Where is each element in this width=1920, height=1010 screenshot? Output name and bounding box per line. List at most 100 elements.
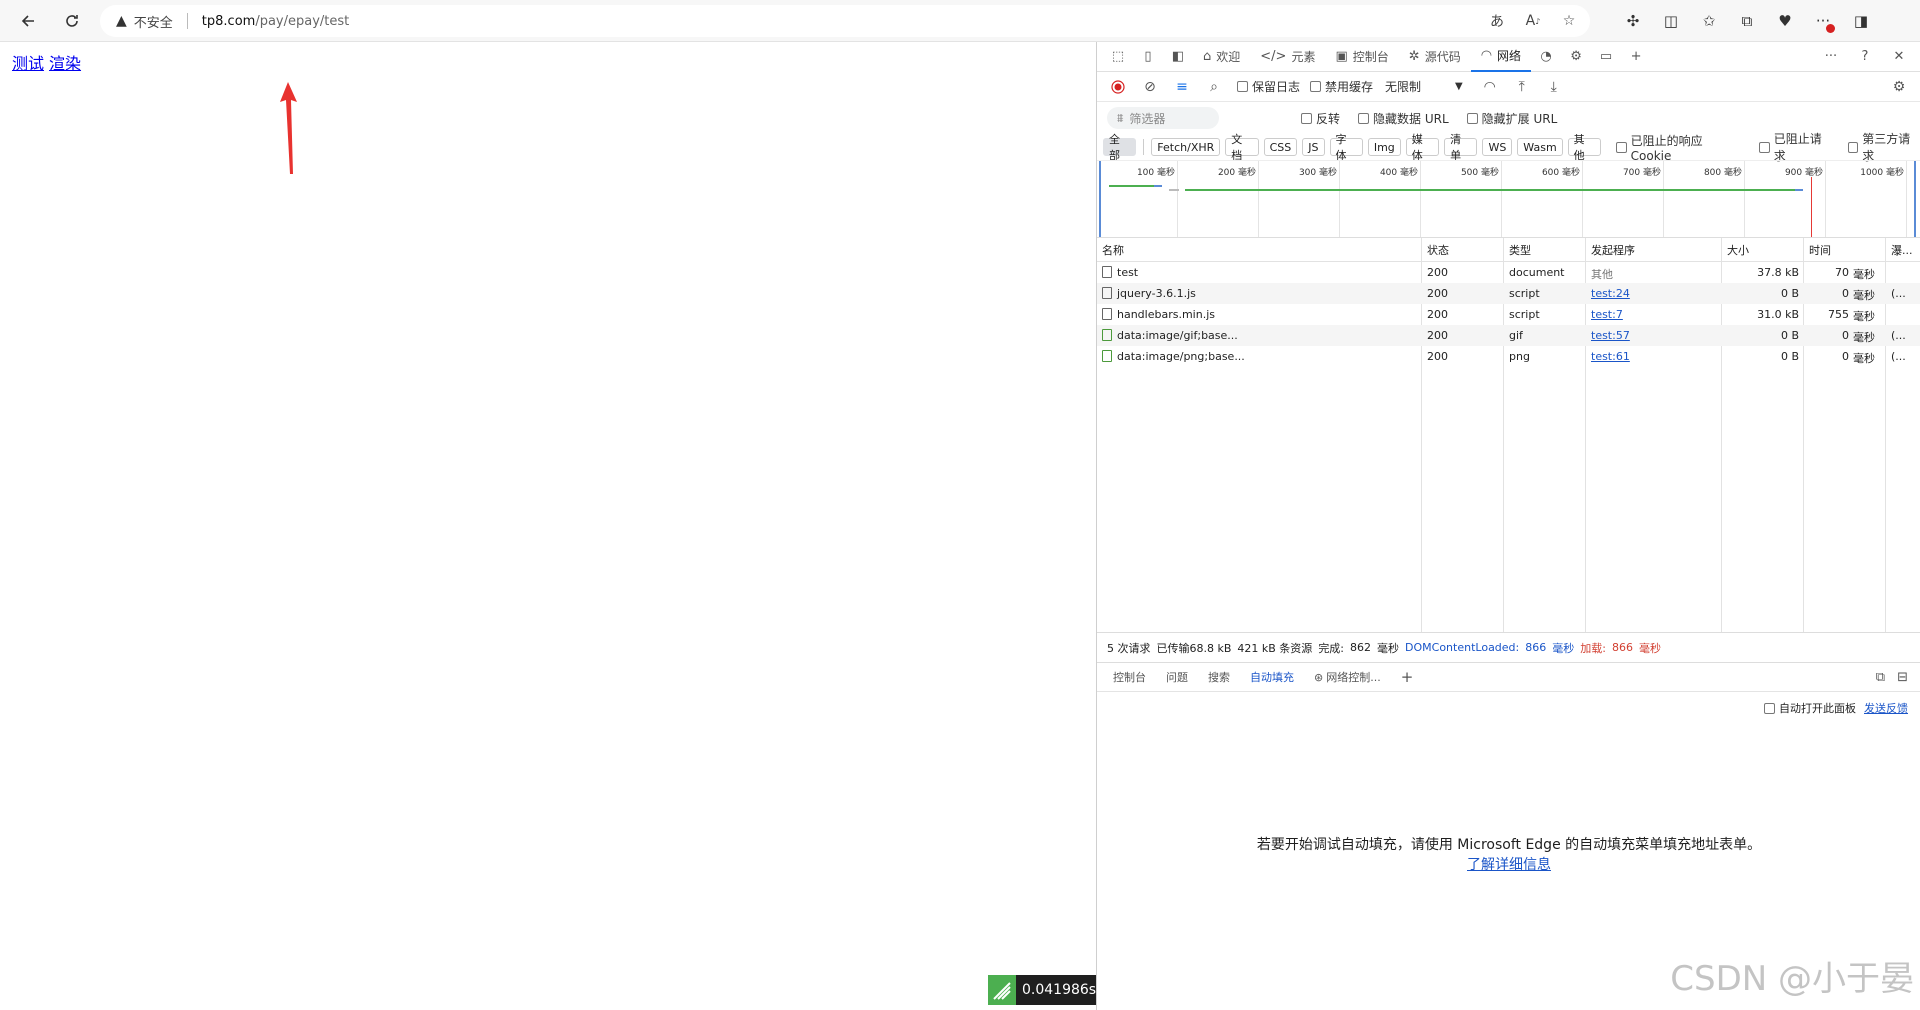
disable-cache-checkbox[interactable]: 禁用缓存 (1310, 78, 1373, 95)
column-header-type[interactable]: 类型 (1509, 242, 1531, 258)
search-icon[interactable]: ⌕ (1201, 74, 1227, 100)
column-header-size[interactable]: 大小 (1727, 242, 1749, 258)
network-overview-timeline[interactable]: 100 毫秒 200 毫秒 300 毫秒 400 毫秒 500 毫秒 600 毫… (1097, 160, 1920, 238)
tab-sources[interactable]: ✲ 源代码 (1399, 42, 1471, 72)
type-filter-media[interactable]: 媒体 (1405, 133, 1440, 162)
close-icon[interactable]: ✕ (1884, 43, 1914, 71)
drawer-tab-console[interactable]: 控制台 (1103, 662, 1156, 692)
more-options-icon[interactable]: ··· (1816, 43, 1846, 71)
tab-network[interactable]: ◠ 网络 (1470, 42, 1532, 72)
tab-elements[interactable]: </> 元素 (1250, 42, 1325, 72)
add-tab-icon[interactable]: + (1621, 43, 1651, 71)
table-row[interactable]: handlebars.min.js 200 script test:7 31.0 kB 7… (1097, 304, 1920, 325)
tab-console[interactable]: ▣ 控制台 (1325, 42, 1398, 72)
drawer-tab-autofill[interactable]: 自动填充 (1240, 662, 1304, 692)
add-drawer-tab-icon[interactable]: + (1391, 662, 1424, 692)
device-toolbar-icon[interactable]: ▯ (1133, 43, 1163, 71)
auto-open-label: 自动打开此面板 (1779, 702, 1856, 715)
hide-extension-url-checkbox[interactable]: 隐藏扩展 URL (1466, 110, 1557, 127)
preserve-log-checkbox[interactable]: 保留日志 (1237, 78, 1300, 95)
column-header-name[interactable]: 名称 (1102, 242, 1124, 258)
blocked-requests-checkbox[interactable]: 已阻止请求 (1759, 130, 1831, 164)
red-arrow-annotation (280, 82, 297, 174)
dock-drawer-icon[interactable]: ⧉ (1876, 670, 1885, 685)
send-feedback-link[interactable]: 发送反馈 (1864, 700, 1908, 716)
more-menu-icon[interactable]: ··· (1808, 6, 1838, 36)
drawer-tab-network-conditions[interactable]: ⊛ 网络控制... (1304, 662, 1391, 692)
split-screen-icon[interactable]: ◫ (1656, 6, 1686, 36)
request-name: data:image/png;base... (1102, 350, 1245, 363)
import-har-icon[interactable]: ⤒ (1509, 74, 1535, 100)
type-filter-ws[interactable]: WS (1482, 138, 1513, 156)
table-row[interactable]: test 200 document 其他 37.8 kB 70 毫秒 (1097, 262, 1920, 283)
address-bar[interactable]: ▲ 不安全 tp8.com/pay/epay/test あ A ♪ ☆ (100, 5, 1590, 37)
invert-checkbox[interactable]: 反转 (1301, 110, 1340, 127)
overview-window-end[interactable] (1914, 161, 1916, 237)
performance-icon[interactable]: ◔ (1531, 43, 1561, 71)
column-header-status[interactable]: 状态 (1427, 242, 1449, 258)
application-icon[interactable]: ▭ (1591, 43, 1621, 71)
dock-sidebar-icon[interactable]: ◧ (1163, 43, 1193, 71)
table-row[interactable]: jquery-3.6.1.js 200 script test:24 0 B 0 毫秒 (..… (1097, 283, 1920, 304)
type-filter-font[interactable]: 字体 (1329, 133, 1363, 162)
browser-essentials-icon[interactable]: ♥ (1770, 6, 1800, 36)
type-filter-wasm[interactable]: Wasm (1517, 138, 1563, 156)
column-header-initiator[interactable]: 发起程序 (1591, 242, 1635, 258)
filter-icon[interactable]: ≡ (1169, 74, 1195, 100)
test-link[interactable]: 测试 (12, 54, 44, 73)
type-filter-fetch-xhr[interactable]: Fetch/XHR (1151, 138, 1221, 156)
back-button[interactable] (10, 3, 46, 39)
auto-open-checkbox[interactable] (1764, 702, 1775, 714)
drawer-tab-search[interactable]: 搜索 (1198, 662, 1240, 692)
record-icon[interactable] (1105, 74, 1131, 100)
network-settings-gear-icon[interactable]: ⚙ (1886, 74, 1912, 100)
request-initiator[interactable]: test:24 (1591, 287, 1630, 300)
render-link[interactable]: 渲染 (49, 54, 81, 73)
type-filter-other[interactable]: 其他 (1567, 133, 1601, 162)
column-header-waterfall[interactable]: 瀑... (1891, 242, 1919, 258)
column-header-time[interactable]: 时间 (1809, 242, 1831, 258)
type-filter-doc[interactable]: 文档 (1225, 133, 1259, 162)
favorites-icon[interactable]: ✩ (1694, 6, 1724, 36)
favorite-star-icon[interactable]: ☆ (1558, 10, 1580, 32)
table-row[interactable]: data:image/gif;base... 200 gif test:57 0 B 0毫… (1097, 325, 1920, 346)
type-filter-img[interactable]: Img (1367, 138, 1401, 156)
url-text[interactable]: tp8.com/pay/epay/test (202, 14, 349, 29)
table-row[interactable]: data:image/png;base... 200 png test:61 0 B 0毫… (1097, 346, 1920, 367)
type-filter-css[interactable]: CSS (1263, 138, 1298, 156)
sidebar-toggle-icon[interactable]: ◨ (1846, 6, 1876, 36)
request-initiator[interactable]: test:7 (1591, 308, 1623, 321)
chevron-down-icon[interactable]: ▼ (1455, 81, 1463, 92)
request-time: 70 (1809, 266, 1849, 279)
help-icon[interactable]: ? (1850, 43, 1880, 71)
inspect-icon[interactable]: ⬚ (1103, 43, 1133, 71)
hide-data-url-checkbox[interactable]: 隐藏数据 URL (1358, 110, 1449, 127)
request-initiator[interactable]: test:61 (1591, 350, 1630, 363)
throttle-select[interactable]: 无限制 (1385, 78, 1421, 95)
type-filter-all[interactable]: 全部 (1103, 133, 1137, 162)
blocked-cookies-checkbox[interactable]: 已阻止的响应 Cookie (1616, 130, 1743, 164)
third-party-checkbox[interactable]: 第三方请求 (1847, 130, 1920, 164)
settings-gear-icon[interactable]: ⚙ (1561, 43, 1591, 71)
type-filter-js[interactable]: JS (1302, 138, 1325, 156)
network-conditions-icon[interactable]: ◠ (1477, 74, 1503, 100)
collections-icon[interactable]: ⧉ (1732, 6, 1762, 36)
back-arrow-icon (21, 15, 34, 27)
request-time-text: 0 (1842, 350, 1849, 363)
translate-icon[interactable]: あ (1486, 10, 1508, 32)
type-filter-manifest[interactable]: 清单 (1444, 133, 1478, 162)
export-har-icon[interactable]: ⤓ (1541, 74, 1567, 100)
drawer-tab-issues[interactable]: 问题 (1156, 662, 1198, 692)
read-aloud-icon[interactable]: A ♪ (1522, 10, 1544, 32)
checkbox-box (1301, 112, 1312, 124)
close-drawer-icon[interactable]: ⊟ (1897, 670, 1908, 685)
dcl-label: DOMContentLoaded: (1405, 641, 1520, 654)
overview-window-start[interactable] (1099, 161, 1101, 237)
request-initiator[interactable]: test:57 (1591, 329, 1630, 342)
tab-welcome[interactable]: ⌂ 欢迎 (1193, 42, 1250, 72)
clear-icon[interactable]: ⊘ (1137, 74, 1163, 100)
learn-more-link[interactable]: 了解详细信息 (1097, 854, 1920, 874)
refresh-button[interactable] (54, 3, 90, 39)
extensions-icon[interactable]: ✣ (1618, 6, 1648, 36)
filter-input[interactable]: ⩩ 筛选器 (1107, 107, 1219, 129)
